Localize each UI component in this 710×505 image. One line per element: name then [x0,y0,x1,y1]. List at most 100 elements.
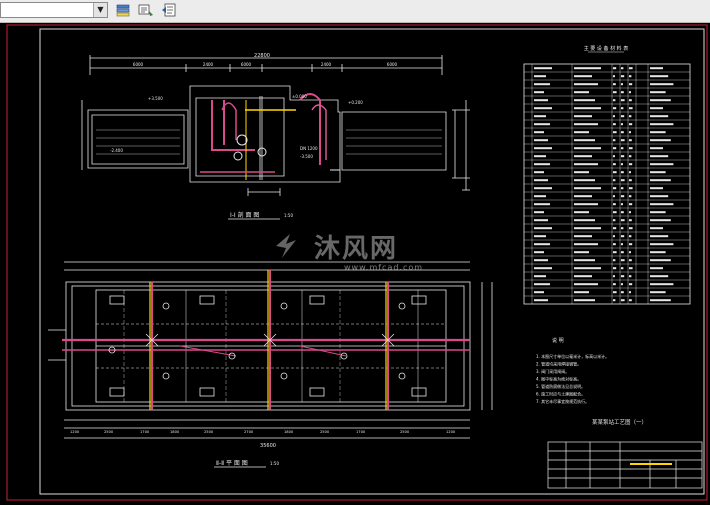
table-cell-text [534,91,544,94]
table-cell-text [629,75,632,78]
table-cell-text [629,123,633,126]
plan-dim-8: 2500 [320,430,330,434]
layer-states-button[interactable] [137,2,155,19]
layer-dropdown[interactable]: ▼ [0,2,108,18]
table-cell-text [613,171,617,174]
table-cell-text [650,123,674,126]
table-cell-text [621,67,624,70]
note-line: 5. 管道防腐做法见总说明。 [536,383,585,389]
table-cell-text [621,115,625,118]
table-cell-text [613,155,615,158]
table-cell-text [534,203,550,206]
table-cell-text [613,267,617,270]
table-cell-text [629,131,631,134]
table-cell-text [574,115,592,118]
table-cell-text [629,83,633,86]
table-cell-text [574,283,598,286]
table-cell-text [534,243,550,246]
table-cell-text [613,67,617,70]
table-cell-text [574,291,589,294]
table-cell-text [650,267,663,270]
plan-piping [62,270,470,410]
plan-dim-3: 1700 [140,430,150,434]
table-cell-text [629,219,632,222]
section-scale-top: 1:50 [284,213,293,218]
note-line: 7. 其它未尽事宜按规范执行。 [536,398,589,404]
layer-properties-button[interactable] [114,2,132,19]
top-dim-4: 2400 [321,62,332,67]
table-cell-text [574,187,601,190]
table-cell-text [613,99,616,102]
table-cell-text [613,291,617,294]
table-cell-text [629,299,632,302]
table-cell-text [613,75,615,78]
table-cell-text [650,291,666,294]
table-cell-text [613,123,616,126]
table-cell-text [613,91,617,94]
table-cell-text [650,187,663,190]
table-cell-text [613,107,617,110]
equipment-table: 主 要 设 备 材 料 表 [523,45,691,305]
table-cell-text [574,83,598,86]
table-cell-text [629,251,631,254]
equipment-table-header: 主 要 设 备 材 料 表 [584,45,629,52]
note-line: 4. 图中标高为绝对标高。 [536,376,581,382]
table-cell-text [574,147,601,150]
table-cell-text [629,171,631,174]
table-cell-text [650,147,663,150]
table-cell-text [574,275,592,278]
top-dim-1: 6000 [133,62,144,67]
table-cell-text [629,267,633,270]
table-cell-text [534,107,552,110]
table-cell-text [621,259,625,262]
table-cell-text [650,115,669,118]
table-cell-text [650,259,671,262]
table-cell-text [629,211,631,214]
section-top-piping [200,93,340,180]
table-cell-text [574,203,598,206]
table-cell-text [574,75,592,78]
table-cell-text [650,219,671,222]
table-cell-text [613,195,615,198]
table-cell-text [613,235,615,238]
table-cell-text [534,195,546,198]
table-cell-text [629,283,633,286]
plan-dim-6: 2700 [244,430,254,434]
table-cell-text [629,243,633,246]
plan-dim-9: 1700 [356,430,366,434]
top-dim-3: 6000 [241,62,252,67]
table-cell-text [574,251,589,254]
table-cell-text [621,283,623,286]
table-cell-text [613,211,617,214]
table-cell-text [613,283,616,286]
table-cell-text [534,131,544,134]
table-cell-text [650,283,674,286]
table-cell-text [534,83,550,86]
table-cell-text [629,179,632,182]
drawing-title: 某某泵站工艺图（一） [592,418,647,426]
layer-properties-icon [116,4,130,17]
table-cell-text [574,67,601,70]
table-cell-text [621,179,625,182]
chevron-down-icon[interactable]: ▼ [93,3,107,17]
table-cell-text [574,131,589,134]
table-cell-text [534,299,548,302]
table-cell-text [621,251,624,254]
note-line: 2. 管道均采用焊接钢管。 [536,361,581,367]
section-scale-plan: 1:50 [270,461,279,466]
table-cell-text [613,147,617,150]
table-cell-text [534,155,546,158]
level-mark-3: -2.400 [110,148,123,153]
table-cell-text [534,171,544,174]
table-cell-text [574,243,598,246]
table-cell-text [629,115,632,118]
section-title-plan: Ⅱ-Ⅱ 平 面 图 [216,460,248,467]
plan-labels: 35600 1200 2500 1700 1800 2500 2700 1800… [70,430,456,467]
table-cell-text [621,163,623,166]
layer-previous-button[interactable] [160,2,178,19]
table-cell-text [650,171,666,174]
table-cell-text [534,267,552,270]
table-cell-text [613,275,615,278]
table-cell-text [621,243,623,246]
table-cell-text [574,219,595,222]
